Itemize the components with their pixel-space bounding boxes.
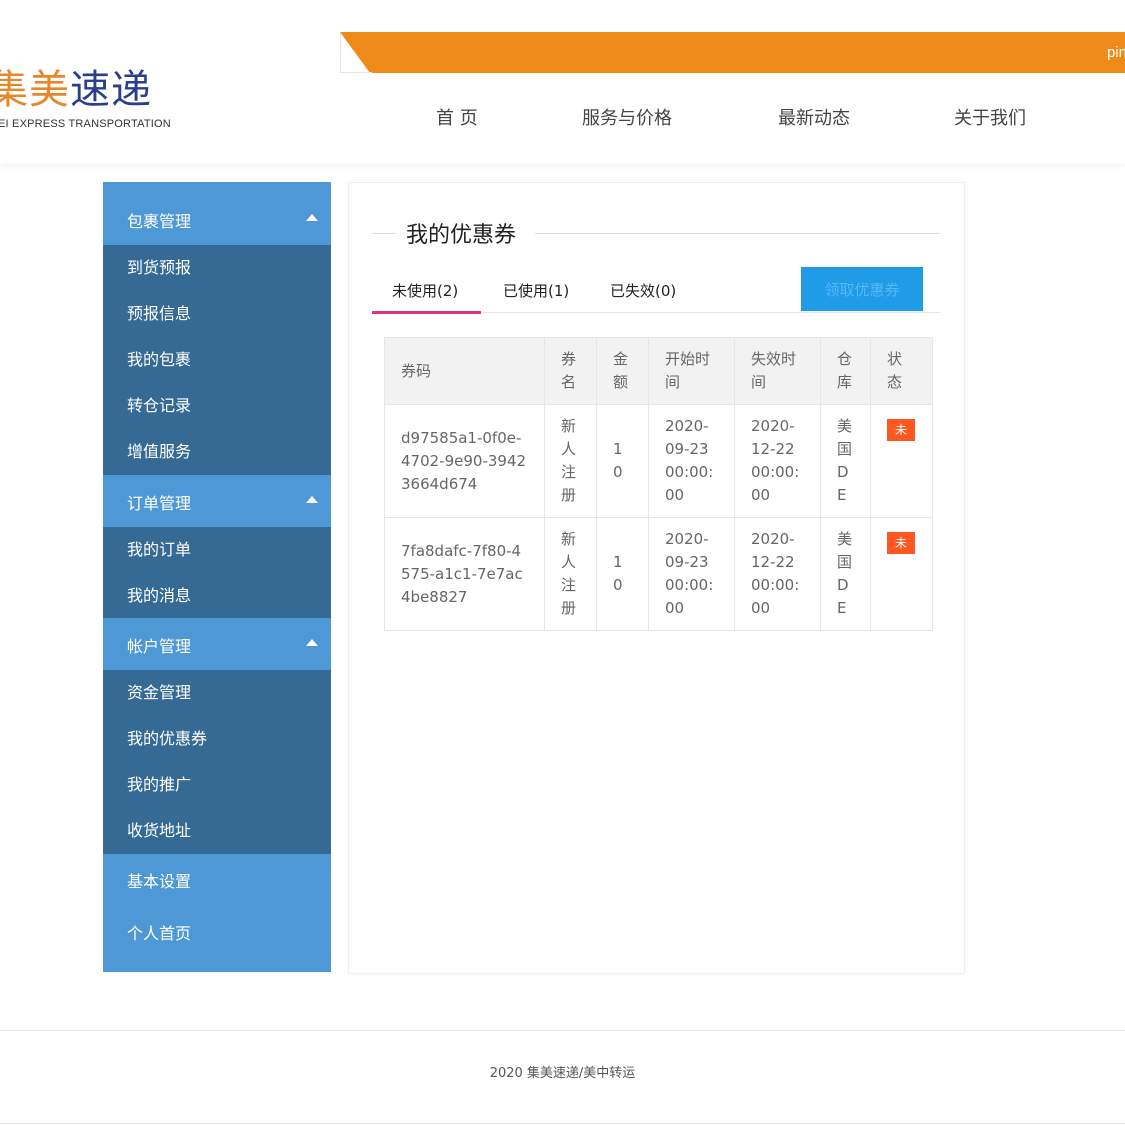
sidebar-group-label: 帐户管理 — [127, 637, 192, 656]
coupon-warehouse: 美国DE — [820, 404, 871, 518]
page-title: 我的优惠券 — [406, 223, 517, 248]
coupon-code: 7fa8dafc-7f80-4575-a1c1-7e7ac4be8827 — [384, 517, 545, 631]
claim-coupon-button[interactable]: 领取优惠券 — [801, 267, 923, 311]
sidebar-item-label: 基本设置 — [127, 872, 192, 891]
sidebar-submenu-package: 到货预报 预报信息 我的包裹 转仓记录 增值服务 — [103, 245, 331, 475]
sidebar-submenu-account: 资金管理 我的优惠券 我的推广 收货地址 — [103, 670, 331, 854]
nav-home[interactable]: 首 页 — [436, 104, 478, 130]
footer-divider-bottom — [0, 1123, 1125, 1124]
sidebar-item-my-orders[interactable]: 我的订单 — [103, 527, 331, 573]
banner-edge — [340, 32, 341, 73]
caret-up-icon — [306, 496, 318, 503]
table-row: 7fa8dafc-7f80-4575-a1c1-7e7ac4be8827 新人注… — [384, 517, 933, 631]
sidebar-group-label: 包裹管理 — [127, 212, 192, 231]
sidebar-group-package[interactable]: 包裹管理 — [103, 193, 331, 245]
coupon-amount: 10 — [596, 517, 649, 631]
caret-up-icon — [306, 639, 318, 646]
coupon-table: 券码 券名 金额 开始时间 失效时间 仓库 状态 d97585a1-0f0e-4… — [384, 337, 933, 631]
sidebar: 包裹管理 到货预报 预报信息 我的包裹 转仓记录 增值服务 订单管理 我的订单 … — [103, 182, 331, 972]
nav-services-pricing[interactable]: 服务与价格 — [582, 104, 672, 130]
active-tab-indicator — [372, 311, 481, 314]
footer-copyright: 2020 集美速递/美中转运 — [489, 1066, 636, 1081]
site-logo[interactable]: 集美速递 EI EXPRESS TRANSPORTATION — [0, 62, 200, 142]
coupon-end-time: 2020-12-22 00:00:00 — [734, 404, 821, 518]
sidebar-item-my-messages[interactable]: 我的消息 — [103, 573, 331, 619]
column-header-end-time: 失效时间 — [734, 337, 821, 405]
coupon-warehouse: 美国DE — [820, 517, 871, 631]
sidebar-item-personal-home[interactable]: 个人首页 — [103, 906, 331, 956]
column-header-warehouse: 仓库 — [820, 337, 871, 405]
column-header-start-time: 开始时间 — [648, 337, 735, 405]
coupon-end-time: 2020-12-22 00:00:00 — [734, 517, 821, 631]
coupon-start-time: 2020-09-23 00:00:00 — [648, 404, 735, 518]
sidebar-item-shipping-address[interactable]: 收货地址 — [103, 808, 331, 854]
sidebar-item-my-promotion[interactable]: 我的推广 — [103, 762, 331, 808]
column-header-amount: 金额 — [596, 337, 649, 405]
logo-text-cn: 集美速递 — [0, 67, 152, 113]
column-header-name: 券名 — [544, 337, 597, 405]
sidebar-item-forecast-info[interactable]: 预报信息 — [103, 291, 331, 337]
column-header-code: 券码 — [384, 337, 545, 405]
sidebar-item-funds[interactable]: 资金管理 — [103, 670, 331, 716]
banner-text: pin — [1106, 44, 1125, 61]
caret-up-icon — [306, 214, 318, 221]
coupon-status-cell: 未 — [870, 517, 933, 631]
sidebar-item-transfer-records[interactable]: 转仓记录 — [103, 383, 331, 429]
sidebar-item-arrival-forecast[interactable]: 到货预报 — [103, 245, 331, 291]
footer-divider — [0, 1030, 1125, 1031]
title-divider-left — [372, 233, 396, 234]
status-badge: 未 — [887, 531, 915, 554]
banner-edge-bottom — [340, 72, 372, 73]
status-badge: 未 — [887, 418, 915, 441]
table-header-row: 券码 券名 金额 开始时间 失效时间 仓库 状态 — [384, 337, 933, 405]
coupon-amount: 10 — [596, 404, 649, 518]
coupon-status-cell: 未 — [870, 404, 933, 518]
table-row: d97585a1-0f0e-4702-9e90-39423664d674 新人注… — [384, 404, 933, 518]
tab-used[interactable]: 已使用(1) — [503, 280, 569, 301]
tab-expired[interactable]: 已失效(0) — [610, 280, 676, 301]
sidebar-item-my-packages[interactable]: 我的包裹 — [103, 337, 331, 383]
column-header-status: 状态 — [870, 337, 933, 405]
sidebar-group-orders[interactable]: 订单管理 — [103, 475, 331, 527]
sidebar-item-value-added[interactable]: 增值服务 — [103, 429, 331, 475]
coupon-start-time: 2020-09-23 00:00:00 — [648, 517, 735, 631]
coupon-name: 新人注册 — [544, 404, 597, 518]
sidebar-group-account[interactable]: 帐户管理 — [103, 618, 331, 670]
header-banner: pin — [340, 32, 1125, 73]
site-header: 集美速递 EI EXPRESS TRANSPORTATION pin 首 页 服… — [0, 0, 1125, 164]
sidebar-submenu-orders: 我的订单 我的消息 — [103, 527, 331, 619]
sidebar-group-label: 订单管理 — [127, 494, 192, 513]
coupon-name: 新人注册 — [544, 517, 597, 631]
sidebar-item-label: 个人首页 — [127, 924, 192, 943]
sidebar-item-basic-settings[interactable]: 基本设置 — [103, 854, 331, 904]
sidebar-item-my-coupons[interactable]: 我的优惠券 — [103, 716, 331, 762]
nav-news[interactable]: 最新动态 — [778, 104, 850, 130]
tab-unused[interactable]: 未使用(2) — [392, 280, 458, 301]
nav-about[interactable]: 关于我们 — [954, 104, 1026, 130]
title-divider-right — [535, 233, 940, 234]
coupon-code: d97585a1-0f0e-4702-9e90-39423664d674 — [384, 404, 545, 518]
logo-text-en: EI EXPRESS TRANSPORTATION — [0, 118, 171, 130]
